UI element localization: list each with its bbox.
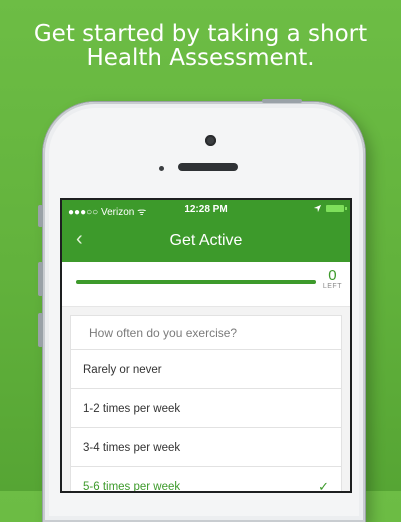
- volume-down-button: [38, 313, 43, 347]
- headline-line-1: Get started by taking a short: [33, 21, 368, 47]
- option-label: 5-6 times per week: [83, 481, 181, 491]
- progress-fill: [76, 280, 316, 284]
- option-3-4-times-per-week[interactable]: 3-4 times per week: [70, 427, 342, 467]
- remaining-label: LEFT: [322, 283, 342, 290]
- nav-bar: ‹ Get Active: [62, 220, 350, 262]
- battery-charging-icon: [326, 205, 347, 212]
- page-title: Get Active: [169, 232, 243, 249]
- phone-screen: ●●●○○ Verizon ᯤ 12:28 PM ‹ Get Active 0 …: [62, 200, 350, 491]
- power-button: [262, 99, 302, 103]
- option-label: Rarely or never: [83, 364, 162, 376]
- checkmark-icon: ✓: [318, 479, 329, 491]
- front-camera-icon: [205, 135, 216, 146]
- remaining-count: 0: [328, 267, 337, 284]
- status-bar: ●●●○○ Verizon ᯤ 12:28 PM: [62, 200, 350, 220]
- volume-up-button: [38, 262, 43, 296]
- location-arrow-icon: [313, 204, 322, 213]
- mute-switch: [38, 205, 43, 227]
- progress-track: [76, 280, 316, 284]
- option-rarely-or-never[interactable]: Rarely or never: [70, 349, 342, 389]
- status-right: [313, 204, 347, 213]
- remaining-counter: 0 LEFT: [323, 268, 342, 290]
- option-1-2-times-per-week[interactable]: 1-2 times per week: [70, 388, 342, 428]
- headline: Get started by taking a short Health Ass…: [0, 22, 401, 70]
- assessment-progress: 0 LEFT: [62, 262, 350, 307]
- question-card: How often do you exercise? Rarely or nev…: [62, 307, 350, 491]
- earpiece-speaker: [178, 163, 238, 171]
- option-label: 1-2 times per week: [83, 403, 181, 415]
- status-time: 12:28 PM: [184, 204, 228, 215]
- option-label: 3-4 times per week: [83, 442, 181, 454]
- question-text: How often do you exercise?: [70, 315, 342, 349]
- proximity-sensor: [159, 166, 164, 171]
- headline-line-2: Health Assessment.: [86, 45, 315, 71]
- option-5-6-times-per-week[interactable]: 5-6 times per week ✓: [70, 466, 342, 491]
